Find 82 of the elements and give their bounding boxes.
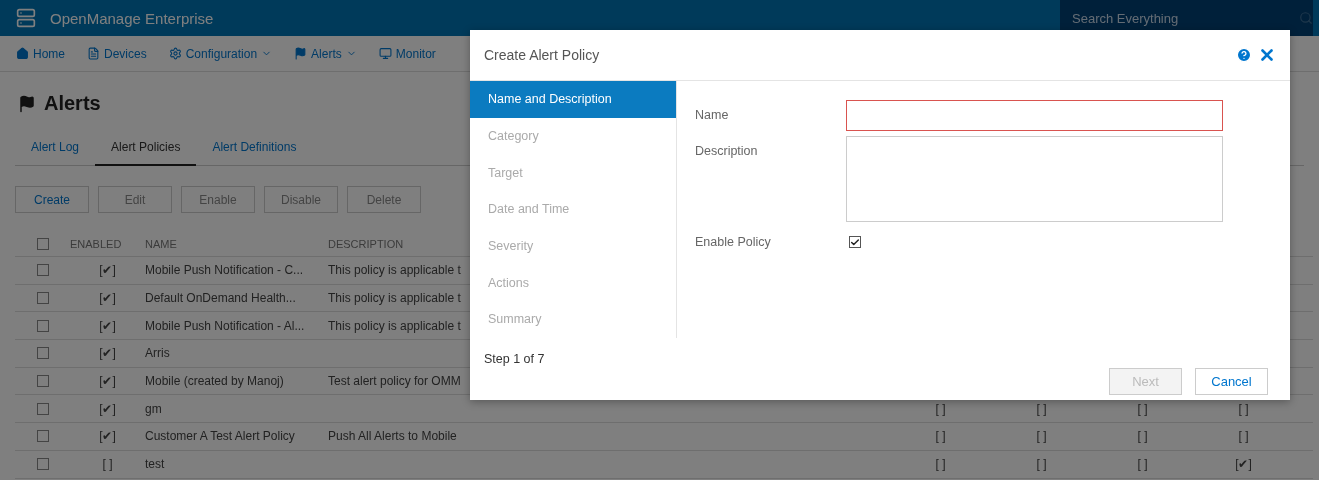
wizard-step[interactable]: Name and Description <box>470 81 676 118</box>
dialog-title: Create Alert Policy <box>484 47 600 63</box>
nav-item[interactable]: Configuration <box>168 46 273 61</box>
home-icon <box>16 47 29 60</box>
nav-item[interactable]: Alerts <box>294 46 357 61</box>
nav-item[interactable]: Devices <box>87 46 147 61</box>
action-button[interactable]: Create <box>15 186 89 213</box>
table-cell: [ ] <box>935 457 946 472</box>
gear-icon <box>168 47 182 60</box>
table-cell: Mobile Push Notification - Al... <box>145 318 305 333</box>
table-cell: [✔] <box>99 374 116 389</box>
dialog-button[interactable]: Cancel <box>1195 368 1268 395</box>
row-checkbox[interactable] <box>36 430 49 443</box>
table-cell: [ ] <box>935 401 946 416</box>
table-cell: This policy is applicable t <box>328 263 461 278</box>
table-cell: [ ] <box>1137 401 1148 416</box>
wizard-step[interactable]: Actions <box>470 264 676 302</box>
table-cell: [✔] <box>99 346 116 361</box>
nav-item[interactable]: Home <box>16 46 65 61</box>
row-checkbox[interactable] <box>36 264 49 277</box>
flag-icon <box>294 47 308 60</box>
table-cell: [✔] <box>99 429 116 444</box>
row-checkbox[interactable] <box>36 458 49 471</box>
app-title: OpenManage Enterprise <box>50 9 214 27</box>
table-cell: [✔] <box>99 291 116 306</box>
table-cell: [ ] <box>1137 429 1148 444</box>
table-cell: [✔] <box>99 401 116 416</box>
nav-item[interactable]: Monitor <box>378 46 436 61</box>
tab[interactable]: Alert Log <box>15 131 96 166</box>
table-cell: This policy is applicable t <box>328 318 461 333</box>
table-cell: Default OnDemand Health... <box>145 291 296 306</box>
table-cell: Customer A Test Alert Policy <box>145 429 295 444</box>
search-icon <box>1299 11 1313 25</box>
field-label: Description <box>695 143 759 158</box>
table-cell: [ ] <box>935 429 946 444</box>
close-icon[interactable] <box>1258 46 1276 64</box>
table-cell: [ ] <box>1238 401 1249 416</box>
name-input[interactable] <box>846 100 1223 131</box>
table-cell: [ ] <box>1137 457 1148 472</box>
table-cell: [✔] <box>99 318 116 333</box>
server-icon <box>16 8 36 28</box>
table-cell: Test alert policy for OMM <box>328 374 461 389</box>
column-header: DESCRIPTION <box>328 237 404 250</box>
row-checkbox[interactable] <box>36 347 49 360</box>
monitor-icon <box>378 47 392 60</box>
column-header: ENABLED <box>70 237 122 250</box>
table-cell: [ ] <box>1036 457 1047 472</box>
help-icon[interactable] <box>1236 47 1252 63</box>
table-cell: [✔] <box>1235 457 1252 472</box>
row-checkbox[interactable] <box>36 402 49 415</box>
wizard-step[interactable]: Category <box>470 117 676 155</box>
enable-checkbox[interactable] <box>849 236 861 248</box>
tab[interactable]: Alert Policies <box>95 131 197 166</box>
wizard-step[interactable]: Summary <box>470 301 676 338</box>
step-indicator: Step 1 of 7 <box>484 352 545 366</box>
table-cell: gm <box>145 401 162 416</box>
table-cell: [✔] <box>99 263 116 278</box>
wizard-step[interactable]: Target <box>470 154 676 192</box>
table-cell: Mobile (created by Manoj) <box>145 374 284 389</box>
table-cell: [ ] <box>1238 429 1249 444</box>
field-label: Enable Policy <box>695 234 772 249</box>
wizard-step[interactable]: Date and Time <box>470 191 676 228</box>
table-cell: Mobile Push Notification - C... <box>145 263 304 278</box>
row-checkbox[interactable] <box>36 319 49 332</box>
table-cell: [ ] <box>1036 401 1047 416</box>
select-all-checkbox[interactable] <box>36 237 49 250</box>
search-field[interactable]: Search Everything <box>1070 9 1299 27</box>
row-checkbox[interactable] <box>36 292 49 305</box>
table-cell: This policy is applicable t <box>328 291 461 306</box>
wizard-step[interactable]: Severity <box>470 227 676 265</box>
column-header: NAME <box>145 237 177 250</box>
table-cell: [ ] <box>102 457 113 472</box>
tab[interactable]: Alert Definitions <box>196 131 313 166</box>
table-cell: Push All Alerts to Mobile <box>328 429 457 444</box>
table-cell: test <box>145 457 165 472</box>
field-label: Name <box>695 107 730 122</box>
table-cell: Arris <box>145 346 170 361</box>
list-icon <box>87 47 100 60</box>
table-cell: [ ] <box>1036 429 1047 444</box>
description-input[interactable] <box>846 136 1223 222</box>
flag-icon <box>18 94 36 113</box>
row-checkbox[interactable] <box>36 375 49 388</box>
